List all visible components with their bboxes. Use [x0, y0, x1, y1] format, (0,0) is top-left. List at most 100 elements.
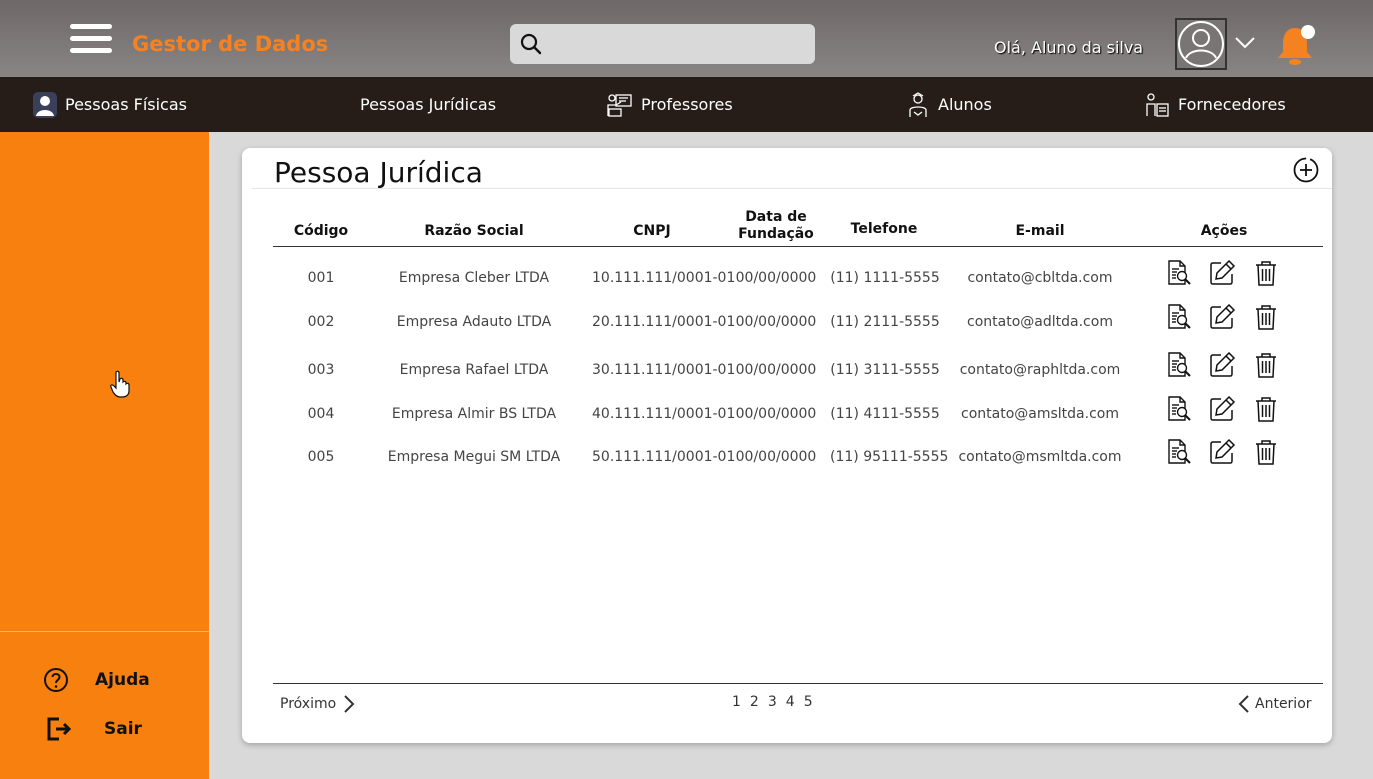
delete-icon[interactable] [1254, 259, 1278, 291]
tab-label: Pessoas Jurídicas [360, 95, 497, 114]
pagination: 1 2 3 4 5 [732, 694, 813, 710]
tab-professores[interactable]: Professores [607, 77, 733, 132]
view-details-icon[interactable] [1166, 303, 1192, 335]
user-avatar-icon [1178, 21, 1224, 67]
help-icon [44, 668, 68, 692]
edit-icon[interactable] [1208, 259, 1236, 291]
page-link[interactable]: 3 [768, 694, 777, 710]
cell-telefone: (11) 3111-5555 [830, 362, 940, 378]
cell-email: contato@adltda.com [967, 314, 1113, 330]
tab-label: Professores [641, 95, 733, 114]
cell-codigo: 005 [307, 449, 335, 465]
edit-icon[interactable] [1208, 303, 1236, 335]
column-header-data-line2: Fundação [738, 226, 814, 242]
cell-codigo: 002 [307, 314, 335, 330]
tab-fornecedores[interactable]: Fornecedores [1144, 77, 1286, 132]
tab-label: Pessoas Físicas [65, 95, 187, 114]
view-details-icon[interactable] [1166, 395, 1192, 427]
cell-razao-social: Empresa Megui SM LTDA [387, 449, 561, 465]
cell-razao-social: Empresa Rafael LTDA [399, 362, 549, 378]
tab-pessoas-fisicas[interactable]: Pessoas Físicas [33, 77, 187, 132]
cell-telefone: (11) 1111-5555 [830, 270, 940, 286]
category-tabs: Pessoas Físicas Pessoas Jurídicas Profes… [0, 77, 1373, 132]
delete-icon[interactable] [1254, 351, 1278, 383]
tab-alunos[interactable]: Alunos [906, 77, 992, 132]
delete-icon[interactable] [1254, 395, 1278, 427]
notification-bell-icon[interactable] [1274, 22, 1320, 68]
column-header-data-line1: Data de [745, 209, 807, 225]
page-link[interactable]: 1 [732, 694, 741, 710]
cell-cnpj: 20.111.111/0001-01 [592, 314, 736, 330]
column-header-razao-social: Razão Social [424, 223, 524, 239]
logout-button[interactable]: Sair [46, 716, 142, 742]
cell-email: contato@raphltda.com [959, 362, 1121, 378]
tab-pessoas-juridicas[interactable]: Pessoas Jurídicas [360, 77, 496, 132]
page-link[interactable]: 5 [804, 694, 813, 710]
tab-label: Alunos [938, 95, 992, 114]
help-button[interactable]: Ajuda [43, 667, 150, 693]
cell-cnpj: 50.111.111/0001-01 [592, 449, 736, 465]
edit-icon[interactable] [1208, 351, 1236, 383]
footer-divider [273, 683, 1323, 684]
avatar[interactable] [1175, 18, 1227, 70]
cell-codigo: 004 [307, 406, 335, 422]
cell-codigo: 001 [307, 270, 335, 286]
cell-cnpj: 30.111.111/0001-01 [592, 362, 736, 378]
cell-cnpj: 40.111.111/0001-01 [592, 406, 736, 422]
view-details-icon[interactable] [1166, 351, 1192, 383]
column-header-acoes: Ações [1200, 223, 1248, 239]
top-header: Gestor de Dados Olá, Aluno da silva [0, 0, 1373, 77]
cell-email: contato@cbltda.com [967, 270, 1113, 286]
cell-cnpj: 10.111.111/0001-01 [592, 270, 736, 286]
chevron-right-icon [344, 695, 355, 713]
view-details-icon[interactable] [1166, 438, 1192, 470]
sidebar-divider [0, 631, 209, 632]
header-divider [273, 246, 1323, 247]
delete-icon[interactable] [1254, 303, 1278, 335]
previous-page-button[interactable]: Anterior [1236, 694, 1312, 714]
delete-icon[interactable] [1254, 438, 1278, 470]
add-circle-icon[interactable] [1292, 156, 1320, 184]
next-page-button[interactable]: Próximo [280, 694, 357, 714]
column-header-telefone: Telefone [850, 221, 918, 237]
cell-email: contato@msmltda.com [958, 449, 1122, 465]
previous-label: Anterior [1255, 696, 1312, 712]
cell-telefone: (11) 95111-5555 [830, 449, 949, 465]
search-input[interactable] [510, 24, 815, 64]
cell-razao-social: Empresa Adauto LTDA [396, 314, 552, 330]
cell-telefone: (11) 2111-5555 [830, 314, 940, 330]
cell-data-fundacao: 00/00/0000 [735, 362, 817, 378]
page-link[interactable]: 4 [786, 694, 795, 710]
tab-label: Fornecedores [1178, 95, 1286, 114]
chevron-down-icon[interactable] [1234, 36, 1256, 50]
column-header-cnpj: CNPJ [633, 223, 671, 239]
page-link[interactable]: 2 [750, 694, 759, 710]
cell-razao-social: Empresa Cleber LTDA [398, 270, 550, 286]
edit-icon[interactable] [1208, 395, 1236, 427]
teacher-icon [607, 92, 633, 118]
hamburger-menu-icon[interactable] [70, 24, 112, 56]
column-header-codigo: Código [293, 223, 349, 239]
cell-email: contato@amsltda.com [961, 406, 1119, 422]
title-divider [252, 188, 1332, 189]
app-title: Gestor de Dados [132, 32, 329, 56]
view-details-icon[interactable] [1166, 259, 1192, 291]
chevron-left-icon [1238, 695, 1249, 713]
cell-razao-social: Empresa Almir BS LTDA [391, 406, 557, 422]
cell-data-fundacao: 00/00/0000 [735, 449, 817, 465]
cell-telefone: (11) 4111-5555 [830, 406, 940, 422]
user-icon [33, 91, 57, 118]
logout-label: Sair [104, 719, 142, 739]
next-label: Próximo [280, 696, 337, 712]
edit-icon[interactable] [1208, 438, 1236, 470]
search-icon [520, 33, 542, 55]
supplier-icon [1144, 92, 1170, 118]
column-header-data-fundacao: Data de Fundação [726, 209, 826, 243]
user-greeting: Olá, Aluno da silva [994, 38, 1144, 57]
company-list-card: Pessoa Jurídica Código Razão Social CNPJ… [242, 148, 1332, 743]
logout-icon [47, 717, 72, 741]
sidebar: Ajuda Sair [0, 132, 209, 779]
cell-data-fundacao: 00/00/0000 [735, 270, 817, 286]
student-icon [906, 91, 930, 118]
hand-cursor-icon [110, 370, 130, 398]
